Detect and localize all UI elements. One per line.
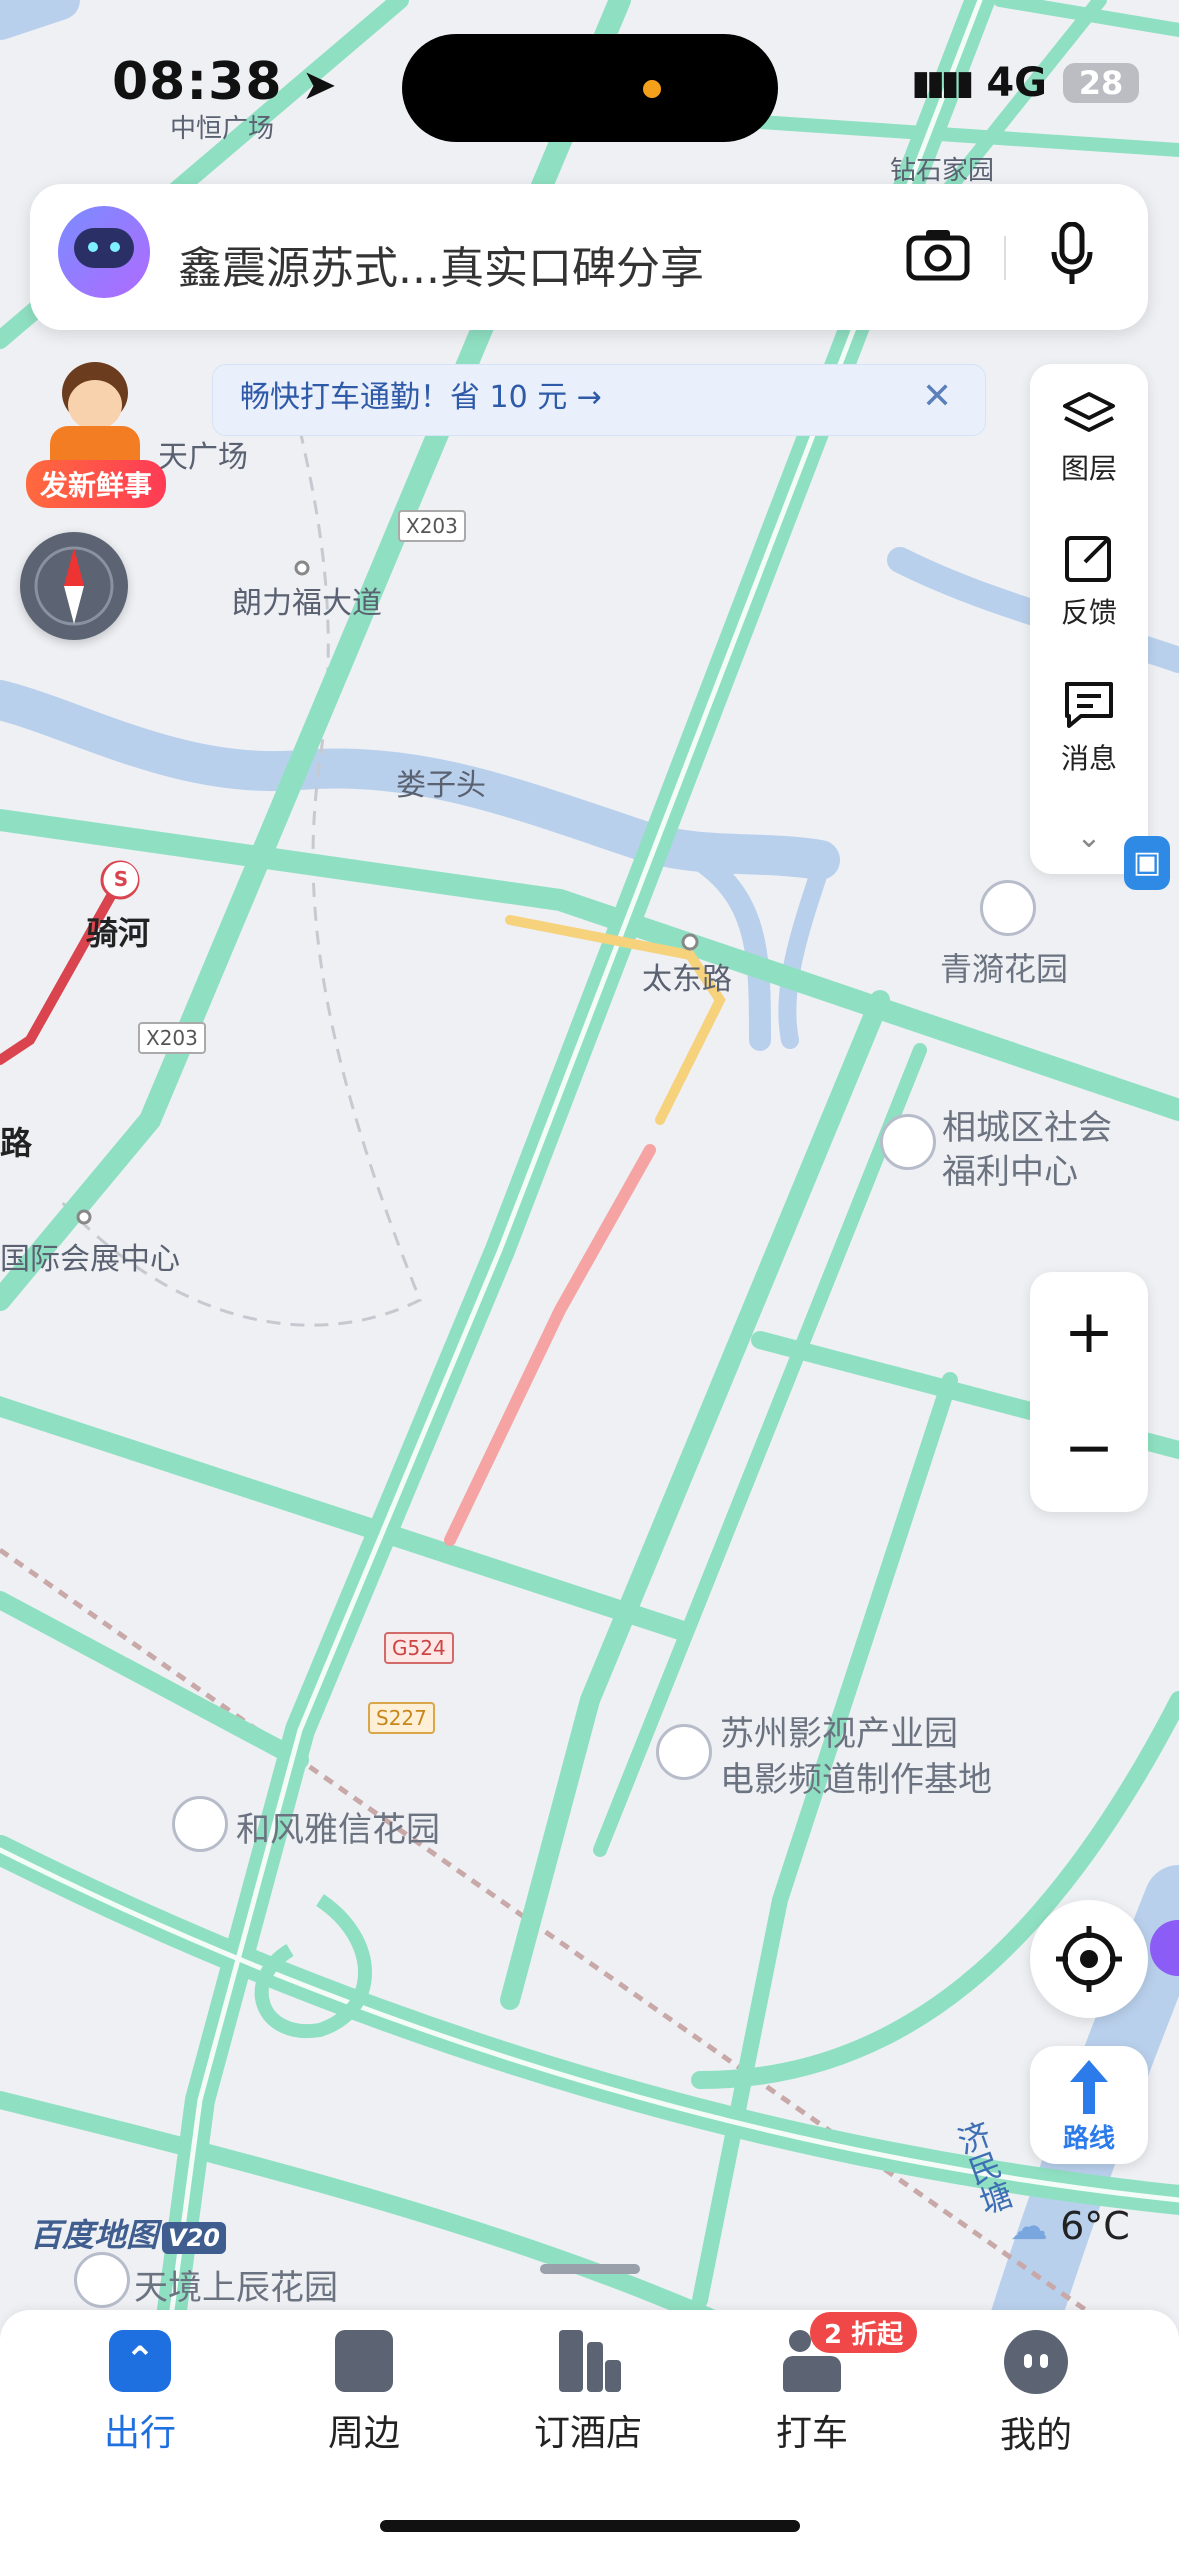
map-label-huizhan: 国际会展中心	[0, 1242, 180, 1277]
tab-label-hotel: 订酒店	[533, 2413, 642, 2454]
battery-icon: 28	[1063, 63, 1139, 103]
taxi-discount-badge: 2 折起	[810, 2312, 918, 2353]
microphone-icon[interactable]	[1050, 222, 1094, 286]
signal-icon: ▮▮▮▮	[911, 63, 974, 103]
search-divider	[1004, 236, 1006, 280]
poi-pin-icon	[172, 1796, 228, 1852]
nearby-icon	[335, 2330, 393, 2392]
messages-button[interactable]: 消息	[1030, 680, 1148, 777]
route-label: 路线	[1062, 2124, 1115, 2154]
metro-logo-icon: S	[104, 862, 138, 896]
map-label-lu: 路	[0, 1124, 33, 1162]
weather-cloud-icon: ☁	[1010, 2204, 1048, 2248]
message-icon	[1065, 682, 1113, 728]
camera-icon[interactable]	[906, 226, 970, 282]
poi-tianjing[interactable]: 天境上辰花园	[134, 2260, 338, 2309]
map-label-zhongheng: 中恒广场	[170, 114, 275, 144]
tab-chuxing[interactable]: ⌃ 出行	[40, 2330, 240, 2456]
status-indicators: ▮▮▮▮ 4G 28	[911, 60, 1139, 106]
profile-icon	[1004, 2330, 1068, 2394]
zoom-control: + −	[1030, 1272, 1148, 1512]
sheet-handle[interactable]	[540, 2264, 640, 2274]
poi-pin-icon	[656, 1724, 712, 1780]
dynamic-island	[402, 34, 778, 142]
poi-pin-icon	[74, 2252, 130, 2308]
compass-button[interactable]	[20, 532, 128, 640]
tab-zhoubian[interactable]: 周边	[264, 2330, 464, 2456]
map-label-louzitou: 娄子头	[396, 768, 486, 803]
mascot-avatar[interactable]	[40, 362, 150, 472]
tab-mine[interactable]: 我的	[936, 2330, 1136, 2458]
location-arrow-icon: ➤	[301, 60, 338, 109]
road-tag-g524: G524	[384, 1632, 454, 1664]
tab-label-zhoubian: 周边	[327, 2413, 400, 2454]
home-indicator[interactable]	[380, 2520, 800, 2532]
poi-pin-icon	[980, 880, 1036, 936]
assistant-avatar-icon[interactable]	[58, 206, 150, 298]
zoom-out-button[interactable]: −	[1030, 1408, 1148, 1488]
map-label-taidong: 太东路	[642, 962, 732, 997]
poi-yingshi-line1[interactable]: 苏州影视产业园	[720, 1706, 958, 1755]
metro-station-qihe[interactable]: 骑河	[86, 908, 150, 954]
road-tag-x203: X203	[398, 510, 466, 542]
poi-pin-icon	[880, 1114, 936, 1170]
hotel-icon	[555, 2330, 621, 2392]
status-time: 08:38 ➤	[112, 52, 338, 112]
mascot-badge[interactable]: 发新鲜事	[26, 460, 167, 508]
poi-yingshi-line2[interactable]: 电影频道制作基地	[720, 1752, 992, 1801]
poi-qingyi[interactable]: 青漪花园	[940, 944, 1068, 990]
map-label-zuanshi: 钻石家园	[890, 156, 995, 186]
map-tools-panel: 图层 反馈 消息 ⌄	[1030, 364, 1148, 874]
crosshair-icon	[1056, 1926, 1122, 1992]
map-label-langli: 朗力福大道	[232, 586, 382, 621]
tab-label-chuxing: 出行	[103, 2413, 176, 2454]
locate-button[interactable]	[1030, 1900, 1148, 2018]
network-type: 4G	[986, 60, 1047, 106]
tab-label-mine: 我的	[999, 2415, 1072, 2456]
brand-logo: 百度地图 V20	[30, 2210, 226, 2256]
promo-text[interactable]: 畅快打车通勤！省 10 元 →	[240, 372, 602, 416]
layers-button[interactable]: 图层	[1030, 390, 1148, 487]
privacy-indicator	[643, 80, 661, 98]
poi-hefeng[interactable]: 和风雅信花园	[236, 1802, 440, 1851]
feedback-button[interactable]: 反馈	[1030, 534, 1148, 631]
edit-icon	[1065, 536, 1111, 582]
map-label-tian-guangchang: 天广场	[158, 440, 248, 475]
route-button[interactable]: 路线	[1030, 2046, 1148, 2164]
road-tag-s227: S227	[368, 1702, 435, 1734]
bus-stop-icon[interactable]: ▣	[1124, 836, 1170, 890]
road-tag-x203: X203	[138, 1022, 206, 1054]
layers-icon	[1063, 392, 1115, 432]
tab-hotel[interactable]: 订酒店	[488, 2330, 688, 2456]
tab-label-dache: 打车	[775, 2413, 848, 2454]
close-icon[interactable]: ✕	[922, 376, 952, 417]
travel-icon: ⌃	[109, 2330, 171, 2392]
poi-xiangcheng-line1[interactable]: 相城区社会	[942, 1100, 1112, 1149]
poi-xiangcheng-line2[interactable]: 福利中心	[942, 1144, 1078, 1193]
zoom-in-button[interactable]: +	[1030, 1292, 1148, 1372]
search-input[interactable]: 鑫震源苏式...真实口碑分享	[178, 232, 704, 296]
weather-widget[interactable]: ☁ 6°C	[1010, 2204, 1130, 2248]
compass-icon	[34, 546, 114, 626]
route-arrow-icon	[1070, 2060, 1108, 2114]
